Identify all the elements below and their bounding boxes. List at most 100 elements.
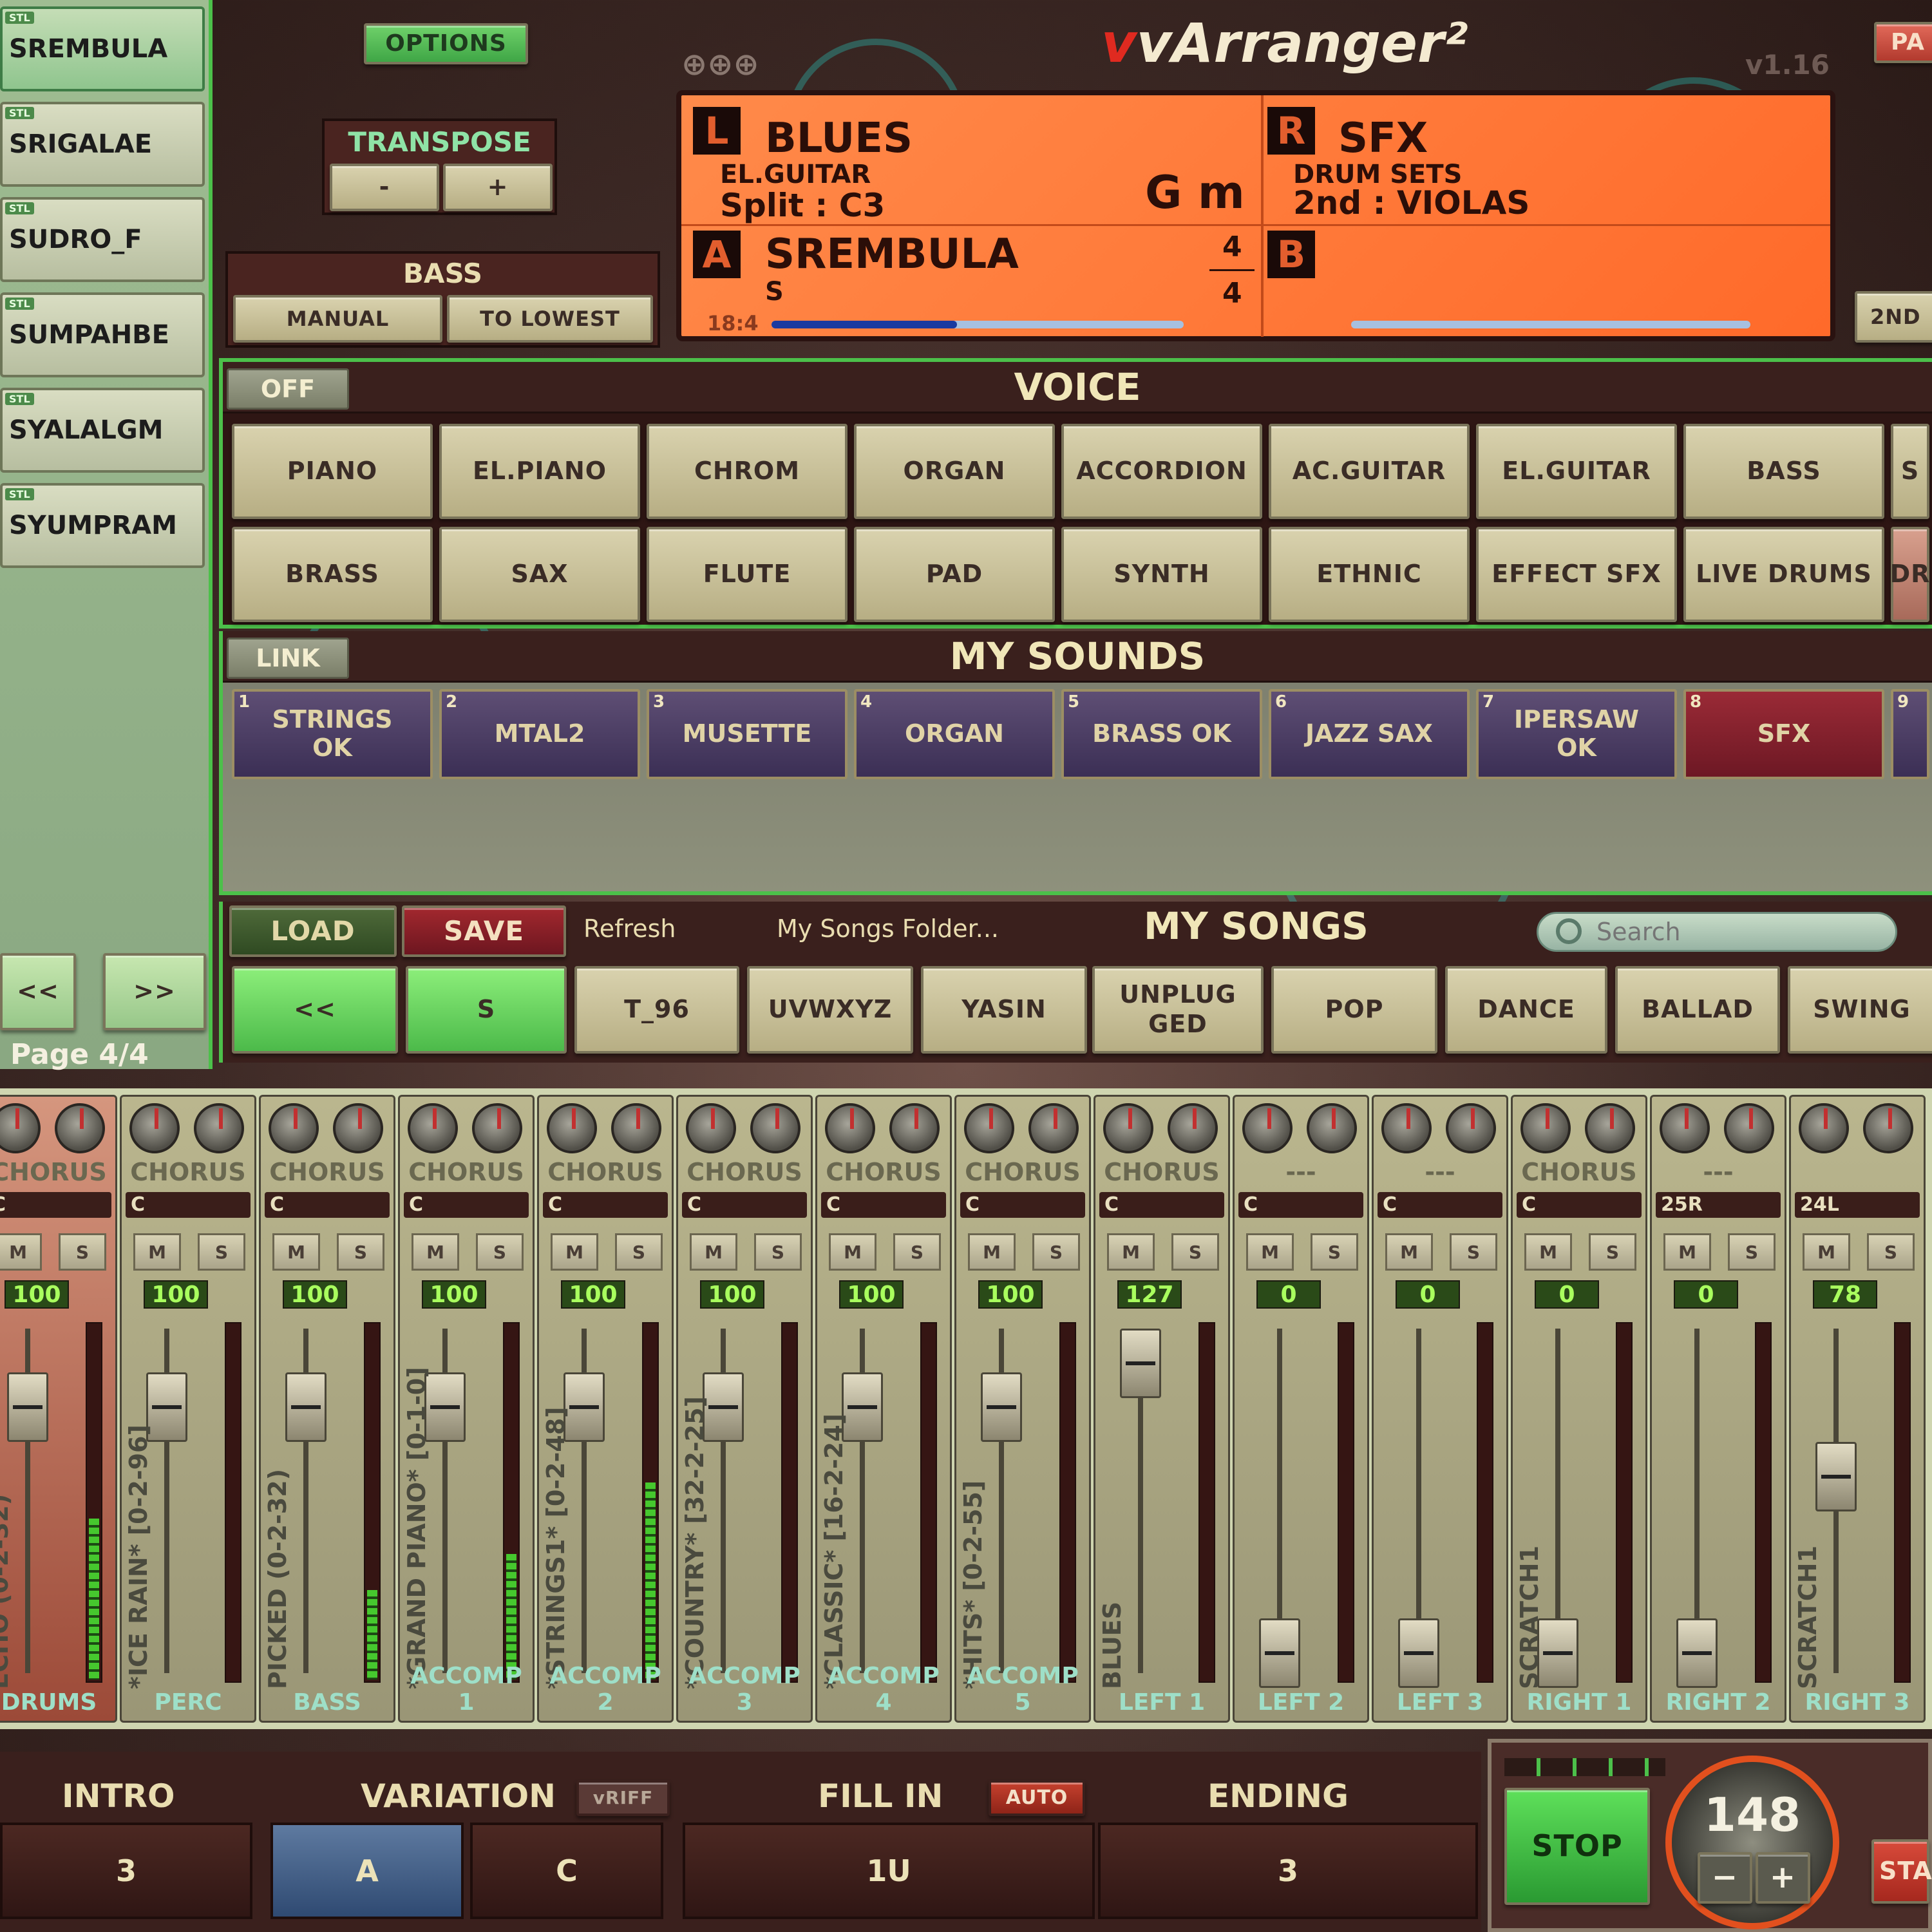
pan-slider[interactable]: C xyxy=(1099,1192,1224,1218)
effect-knob[interactable] xyxy=(1446,1103,1496,1153)
ending-button[interactable]: 3 xyxy=(1098,1823,1478,1919)
volume-knob[interactable] xyxy=(1103,1103,1153,1153)
solo-button[interactable]: S xyxy=(1589,1233,1636,1271)
mute-button[interactable]: M xyxy=(412,1233,459,1271)
solo-button[interactable]: S xyxy=(1311,1233,1358,1271)
voice-category-button[interactable]: SYNTH xyxy=(1061,527,1262,622)
mysound-slot[interactable]: 7 IPERSAW OK xyxy=(1476,689,1677,779)
volume-knob[interactable] xyxy=(1799,1103,1849,1153)
mute-button[interactable]: M xyxy=(1107,1233,1155,1271)
tempo-minus-button[interactable]: − xyxy=(1698,1852,1752,1904)
next-page-button[interactable]: >> xyxy=(103,953,206,1030)
songs-folder-link[interactable]: My Songs Folder... xyxy=(777,914,999,943)
prev-page-button[interactable]: << xyxy=(0,953,76,1030)
song-item[interactable]: STL SUDRO_F xyxy=(0,197,205,282)
voice-category-button[interactable]: DR xyxy=(1890,527,1929,622)
second-voice-button[interactable]: 2ND xyxy=(1855,291,1932,343)
mute-button[interactable]: M xyxy=(1246,1233,1294,1271)
song-folder-button[interactable]: SWING xyxy=(1788,966,1932,1054)
volume-knob[interactable] xyxy=(1660,1103,1710,1153)
solo-button[interactable]: S xyxy=(1032,1233,1080,1271)
effect-knob[interactable] xyxy=(55,1103,105,1153)
volume-knob[interactable] xyxy=(1242,1103,1293,1153)
voice-category-button[interactable]: CHROM xyxy=(647,424,848,519)
voice-category-button[interactable]: EFFECT SFX xyxy=(1476,527,1677,622)
volume-knob[interactable] xyxy=(964,1103,1014,1153)
effect-knob[interactable] xyxy=(611,1103,661,1153)
solo-button[interactable]: S xyxy=(1728,1233,1776,1271)
voice-category-button[interactable]: PIANO xyxy=(232,424,433,519)
effect-knob[interactable] xyxy=(1863,1103,1913,1153)
mute-button[interactable]: M xyxy=(1803,1233,1850,1271)
pan-slider[interactable]: 25R xyxy=(1656,1192,1781,1218)
pan-slider[interactable]: C xyxy=(960,1192,1085,1218)
voice-category-button[interactable]: S xyxy=(1891,424,1929,519)
load-button[interactable]: LOAD xyxy=(229,905,397,957)
song-folder-button[interactable]: POP xyxy=(1271,966,1437,1054)
effect-knob[interactable] xyxy=(1168,1103,1218,1153)
song-folder-button[interactable]: DANCE xyxy=(1445,966,1607,1054)
voice-category-button[interactable]: BASS xyxy=(1683,424,1884,519)
mute-button[interactable]: M xyxy=(968,1233,1016,1271)
pan-slider[interactable]: C xyxy=(265,1192,390,1218)
intro-button[interactable]: 3 xyxy=(0,1823,252,1919)
solo-button[interactable]: S xyxy=(198,1233,245,1271)
volume-knob[interactable] xyxy=(129,1103,180,1153)
bass-manual-button[interactable]: MANUAL xyxy=(233,295,442,343)
mute-button[interactable]: M xyxy=(133,1233,181,1271)
song-folder-button[interactable]: UVWXYZ xyxy=(747,966,913,1054)
options-button[interactable]: OPTIONS xyxy=(364,23,528,64)
effect-knob[interactable] xyxy=(1307,1103,1357,1153)
effect-knob[interactable] xyxy=(472,1103,522,1153)
mysound-slot[interactable]: 9 xyxy=(1891,689,1929,779)
mysound-slot[interactable]: 3 MUSETTE xyxy=(647,689,848,779)
pan-slider[interactable]: C xyxy=(682,1192,807,1218)
mysound-slot[interactable]: 1 STRINGS OK xyxy=(232,689,433,779)
effect-knob[interactable] xyxy=(1028,1103,1079,1153)
pan-slider[interactable]: C xyxy=(404,1192,529,1218)
voice-category-button[interactable]: SAX xyxy=(439,527,640,622)
start-button[interactable]: STA xyxy=(1871,1839,1932,1904)
mute-button[interactable]: M xyxy=(1385,1233,1433,1271)
solo-button[interactable]: S xyxy=(754,1233,802,1271)
song-item[interactable]: STL SUMPAHBE xyxy=(0,292,205,377)
link-toggle[interactable]: LINK xyxy=(227,638,349,679)
solo-button[interactable]: S xyxy=(1867,1233,1915,1271)
stop-button[interactable]: STOP xyxy=(1504,1788,1650,1905)
mysound-slot[interactable]: 6 JAZZ SAX xyxy=(1269,689,1470,779)
mysound-slot[interactable]: 4 ORGAN xyxy=(854,689,1055,779)
effect-knob[interactable] xyxy=(1585,1103,1635,1153)
effect-knob[interactable] xyxy=(194,1103,244,1153)
voice-category-button[interactable]: ETHNIC xyxy=(1269,527,1470,622)
solo-button[interactable]: S xyxy=(59,1233,106,1271)
pan-slider[interactable]: 24L xyxy=(1795,1192,1920,1218)
pan-slider[interactable]: C xyxy=(1517,1192,1642,1218)
song-folder-button[interactable]: << xyxy=(232,966,398,1054)
mute-button[interactable]: M xyxy=(0,1233,42,1271)
pan-slider[interactable]: C xyxy=(0,1192,111,1218)
voice-category-button[interactable]: PAD xyxy=(854,527,1055,622)
voice-category-button[interactable]: FLUTE xyxy=(647,527,848,622)
solo-button[interactable]: S xyxy=(893,1233,941,1271)
volume-knob[interactable] xyxy=(1520,1103,1571,1153)
variation-c-button[interactable]: C xyxy=(470,1823,663,1919)
voice-category-button[interactable]: ACCORDION xyxy=(1061,424,1262,519)
voice-category-button[interactable]: AC.GUITAR xyxy=(1269,424,1470,519)
pan-slider[interactable]: C xyxy=(821,1192,946,1218)
song-item[interactable]: STL SYALALGM xyxy=(0,388,205,473)
volume-knob[interactable] xyxy=(1381,1103,1432,1153)
solo-button[interactable]: S xyxy=(476,1233,524,1271)
solo-button[interactable]: S xyxy=(615,1233,663,1271)
effect-knob[interactable] xyxy=(889,1103,940,1153)
pa-button[interactable]: PA xyxy=(1874,22,1932,63)
bass-to-lowest-button[interactable]: TO LOWEST xyxy=(447,295,653,343)
song-item[interactable]: STL SRIGALAE xyxy=(0,102,205,187)
mysound-slot[interactable]: 2 MTAL2 xyxy=(439,689,640,779)
pan-slider[interactable]: C xyxy=(1378,1192,1502,1218)
voice-category-button[interactable]: EL.PIANO xyxy=(439,424,640,519)
mute-button[interactable]: M xyxy=(272,1233,320,1271)
solo-button[interactable]: S xyxy=(1171,1233,1219,1271)
effect-knob[interactable] xyxy=(1724,1103,1774,1153)
song-item[interactable]: STL SREMBULA xyxy=(0,6,205,91)
tempo-plus-button[interactable]: + xyxy=(1756,1852,1810,1904)
